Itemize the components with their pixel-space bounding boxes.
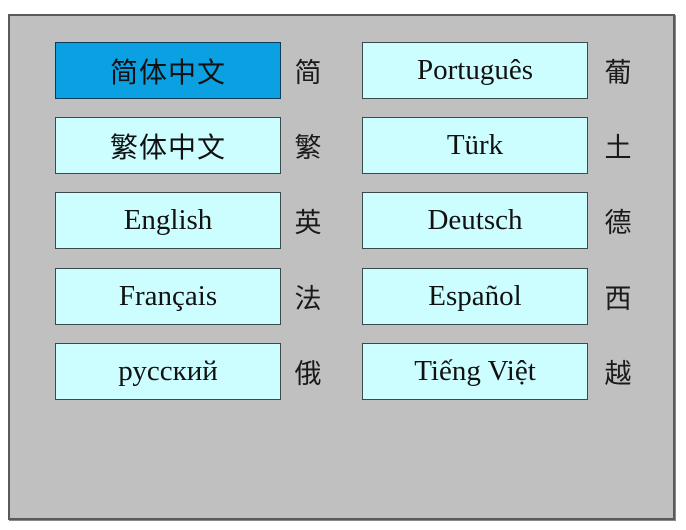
language-label: Português bbox=[417, 54, 533, 86]
language-button-turkish[interactable]: Türk bbox=[362, 117, 588, 174]
language-label: Deutsch bbox=[427, 204, 523, 236]
language-button-german[interactable]: Deutsch bbox=[362, 192, 588, 249]
language-short-label: 土 bbox=[604, 133, 632, 164]
language-button-spanish[interactable]: Español bbox=[362, 268, 588, 325]
language-label: Español bbox=[428, 280, 522, 312]
language-short-label: 俄 bbox=[294, 359, 322, 390]
language-button-traditional-chinese[interactable]: 繁体中文 bbox=[55, 117, 281, 174]
language-button-portuguese[interactable]: Português bbox=[362, 42, 588, 99]
language-label: Türk bbox=[446, 129, 504, 161]
language-button-simplified-chinese[interactable]: 简体中文 bbox=[55, 42, 281, 99]
language-button-vietnamese[interactable]: Tiếng Việt bbox=[362, 343, 588, 400]
language-short-label: 德 bbox=[604, 208, 632, 239]
language-label: Français bbox=[118, 280, 218, 312]
language-label: English bbox=[123, 204, 213, 236]
language-button-french[interactable]: Français bbox=[55, 268, 281, 325]
language-short-label: 英 bbox=[294, 208, 322, 239]
language-short-label: 越 bbox=[604, 359, 632, 390]
language-label: 繁体中文 bbox=[109, 130, 226, 164]
language-label: 简体中文 bbox=[109, 55, 226, 89]
language-short-label: 简 bbox=[294, 58, 322, 89]
language-label: русский bbox=[118, 355, 218, 387]
language-short-label: 葡 bbox=[604, 58, 632, 89]
language-button-russian[interactable]: русский bbox=[55, 343, 281, 400]
language-short-label: 法 bbox=[294, 284, 322, 315]
language-short-label: 繁 bbox=[294, 133, 322, 164]
language-short-label: 西 bbox=[604, 284, 632, 315]
language-label: Tiếng Việt bbox=[414, 355, 536, 387]
language-button-english[interactable]: English bbox=[55, 192, 281, 249]
